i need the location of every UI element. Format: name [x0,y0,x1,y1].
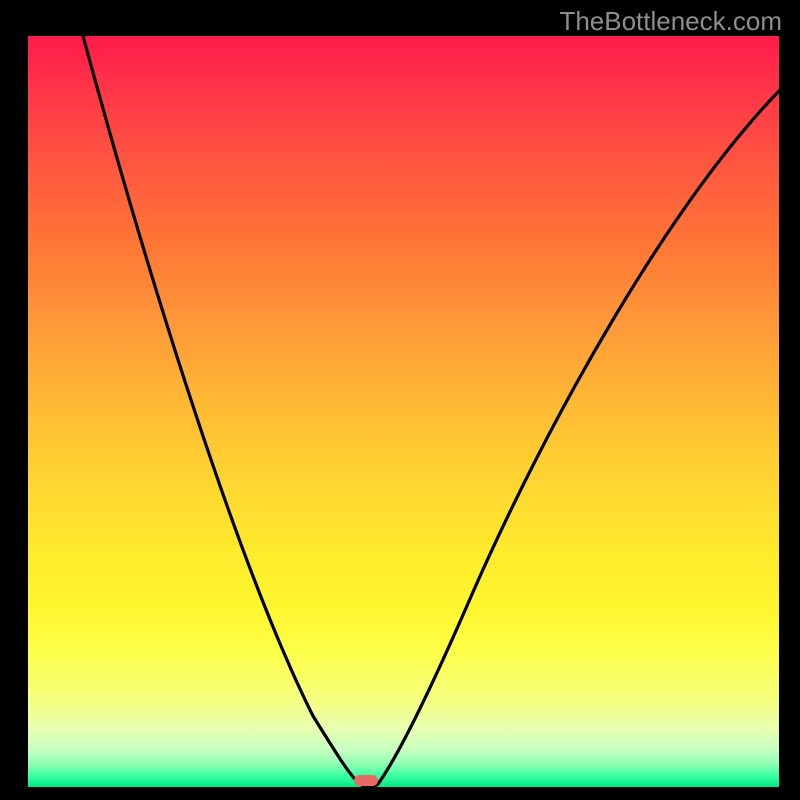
optimum-marker [354,775,378,786]
chart-container: TheBottleneck.com [0,0,800,800]
plot-gradient-area [28,36,779,787]
watermark-text: TheBottleneck.com [559,6,782,37]
